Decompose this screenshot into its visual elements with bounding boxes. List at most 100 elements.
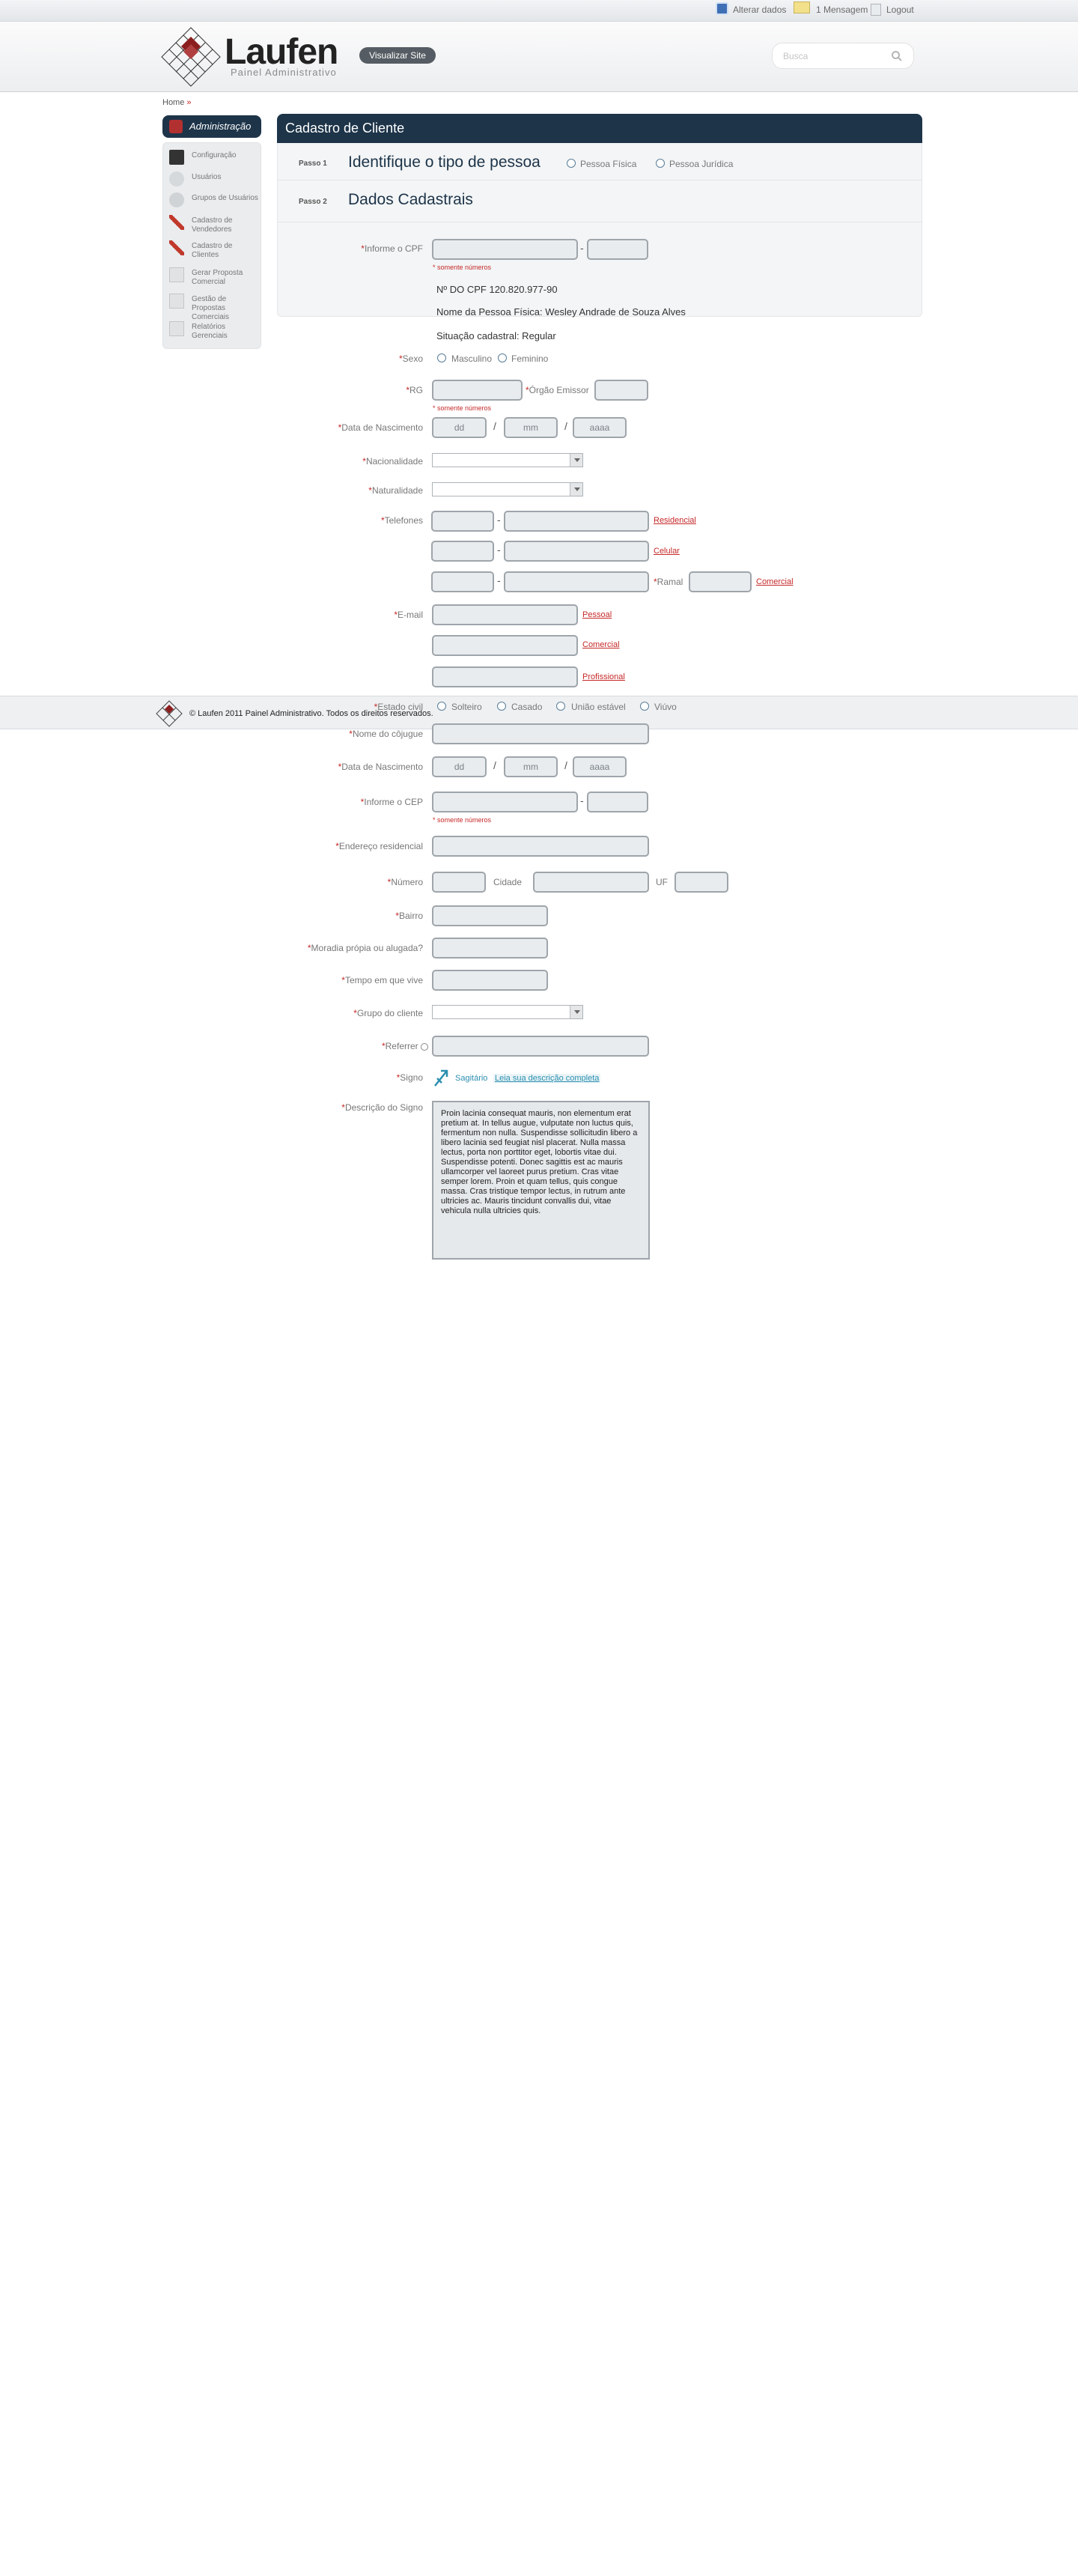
pessoa-juridica-radio[interactable]	[656, 159, 665, 168]
casado-label: Casado	[511, 702, 543, 712]
cidade-input[interactable]	[533, 872, 649, 893]
nome-pessoa-info: Nome da Pessoa Física: Wesley Andrade de…	[436, 306, 686, 318]
search-input[interactable]: Busca	[772, 43, 914, 69]
viuvo-radio[interactable]	[640, 702, 649, 711]
settings-icon[interactable]	[716, 2, 728, 15]
visualizar-site-button[interactable]: Visualizar Site	[359, 47, 436, 64]
step-2-title: Dados Cadastrais	[348, 191, 473, 208]
ramal-input[interactable]	[689, 571, 752, 592]
nascimento-2-aaaa-input[interactable]: aaaa	[573, 756, 627, 777]
pencil-icon	[169, 240, 184, 255]
viuvo-label: Viúvo	[654, 702, 677, 712]
step-2-label: Passo 2	[299, 198, 327, 206]
sidebar-item-label: Cadastro de Vendedores	[192, 216, 233, 234]
telefone-cel-input[interactable]	[504, 541, 649, 562]
nacionalidade-select[interactable]	[432, 453, 583, 467]
pessoal-link[interactable]: Pessoal	[582, 610, 612, 619]
cpf-note: * somente números	[433, 264, 492, 271]
slash-1: /	[493, 420, 496, 432]
uf-input[interactable]	[674, 872, 728, 893]
nascimento-aaaa-input[interactable]: aaaa	[573, 417, 627, 438]
page-title: Cadastro de Cliente	[277, 114, 922, 143]
search-icon[interactable]	[891, 50, 903, 62]
header: Laufen Painel Administrativo Visualizar …	[0, 22, 1078, 92]
signo-descricao-link[interactable]: Leia sua descrição completa	[493, 1074, 601, 1083]
logout-icon[interactable]	[871, 4, 881, 16]
rg-note: * somente números	[433, 404, 492, 412]
profissional-link[interactable]: Profissional	[582, 672, 625, 681]
masculino-radio[interactable]	[437, 353, 446, 362]
pessoa-fisica-radio[interactable]	[567, 159, 576, 168]
breadcrumb: Home »	[162, 98, 192, 107]
search-placeholder: Busca	[783, 51, 808, 61]
comercial-phone-link[interactable]: Comercial	[756, 577, 794, 586]
mensagem-link[interactable]: 1 Mensagem	[816, 4, 868, 15]
telefone-cel-ddd-input[interactable]	[431, 541, 494, 562]
breadcrumb-home[interactable]: Home	[162, 98, 184, 107]
nascimento-label: *Data de Nascimento	[338, 422, 423, 433]
comercial-email-link[interactable]: Comercial	[582, 640, 620, 649]
sidebar-item-label: Usuários	[192, 173, 222, 181]
slash-3: /	[493, 759, 496, 771]
bairro-input[interactable]	[432, 905, 548, 926]
conjuge-label: *Nome do côjugue	[349, 729, 423, 739]
numero-label: *Número	[387, 877, 423, 887]
celular-link[interactable]: Celular	[654, 547, 680, 556]
naturalidade-label: *Naturalidade	[368, 485, 423, 496]
masculino-label: Masculino	[451, 353, 493, 364]
sidebar-item-label: Configuração	[192, 151, 237, 160]
rg-input[interactable]	[432, 380, 523, 401]
pessoa-juridica-label: Pessoa Jurídica	[669, 159, 734, 169]
nascimento-mm-input[interactable]: mm	[504, 417, 558, 438]
logo-mark[interactable]	[160, 26, 222, 88]
help-icon[interactable]	[421, 1042, 428, 1051]
orgao-input[interactable]	[594, 380, 648, 401]
nascimento-2-label: *Data de Nascimento	[338, 762, 423, 772]
email-pessoal-input[interactable]	[432, 604, 578, 625]
nascimento-dd-input[interactable]: dd	[432, 417, 487, 438]
form-panel: Passo 1 Identifique o tipo de pessoa Pes…	[277, 143, 922, 317]
endereco-label: *Endereço residencial	[335, 841, 423, 851]
cpf-input[interactable]	[432, 239, 578, 260]
grupo-select[interactable]	[432, 1005, 583, 1019]
feminino-radio[interactable]	[498, 353, 507, 362]
moradia-label: *Moradia própia ou alugada?	[307, 943, 423, 953]
conjuge-input[interactable]	[432, 723, 649, 744]
document-icon	[169, 294, 184, 309]
solteiro-label: Solteiro	[451, 702, 482, 712]
nascimento-2-dd-input[interactable]: dd	[432, 756, 487, 777]
solteiro-radio[interactable]	[437, 702, 446, 711]
uniao-estavel-radio[interactable]	[556, 702, 565, 711]
pencil-icon	[169, 215, 184, 230]
endereco-input[interactable]	[432, 836, 649, 857]
referrer-input[interactable]	[432, 1036, 649, 1057]
numero-input[interactable]	[432, 872, 486, 893]
naturalidade-select[interactable]	[432, 482, 583, 496]
email-profissional-input[interactable]	[432, 666, 578, 687]
step-1: Passo 1 Identifique o tipo de pessoa Pes…	[278, 143, 922, 180]
cpf-sep: -	[580, 242, 584, 254]
referrer-label: *Referrer	[382, 1041, 428, 1051]
telefone-com-ddd-input[interactable]	[431, 571, 494, 592]
cep-input[interactable]	[432, 792, 578, 812]
telefone-res-input[interactable]	[504, 511, 649, 532]
nascimento-2-mm-input[interactable]: mm	[504, 756, 558, 777]
cpf-digit-input[interactable]	[587, 239, 648, 260]
residencial-link[interactable]: Residencial	[654, 516, 696, 525]
email-comercial-input[interactable]	[432, 635, 578, 656]
mail-icon[interactable]	[794, 1, 810, 13]
telefone-res-ddd-input[interactable]	[431, 511, 494, 532]
casado-radio[interactable]	[497, 702, 506, 711]
tempo-input[interactable]	[432, 970, 548, 991]
alterar-dados-link[interactable]: Alterar dados	[733, 4, 786, 15]
descricao-textarea[interactable]: Proin lacinia consequat mauris, non elem…	[432, 1101, 650, 1260]
document-icon	[169, 321, 184, 336]
moradia-input[interactable]	[432, 938, 548, 959]
slash-2: /	[564, 420, 567, 432]
telefone-res-sep: -	[497, 514, 501, 526]
logout-link[interactable]: Logout	[886, 4, 914, 15]
telefone-com-input[interactable]	[504, 571, 649, 592]
users-group-icon	[169, 192, 184, 207]
cpf-label: *Informe o CPF	[361, 243, 423, 254]
cep-digit-input[interactable]	[587, 792, 648, 812]
